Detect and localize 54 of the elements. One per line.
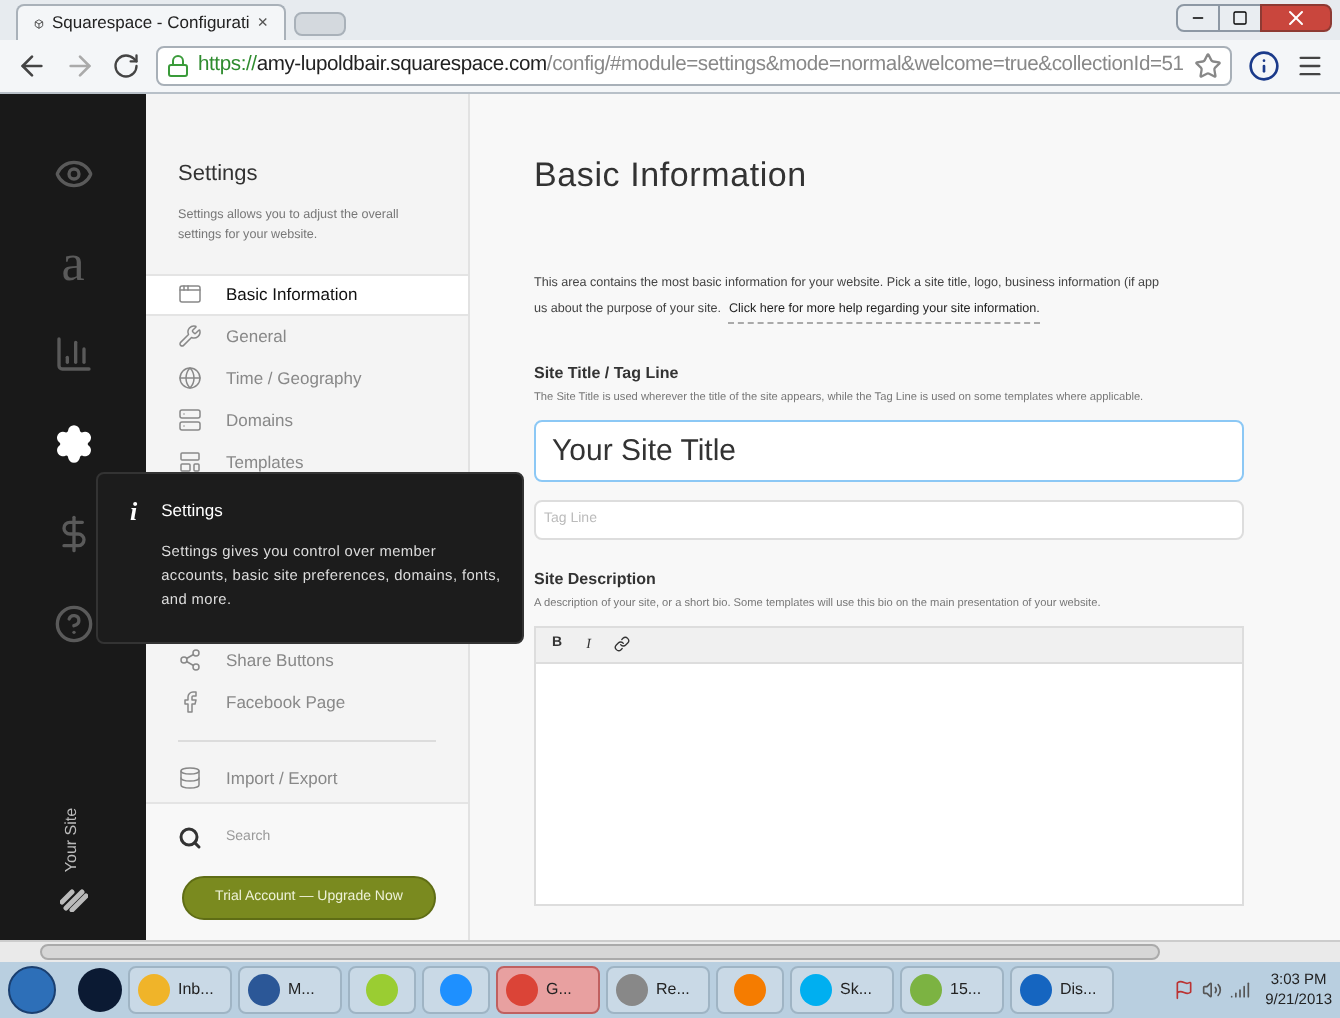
scrollbar-thumb[interactable] [40,944,1160,960]
panel-title: Settings [178,160,260,190]
flag-icon[interactable] [1173,980,1194,1000]
taskbar-button[interactable]: Inb... [128,966,232,1014]
horizontal-scrollbar[interactable] [0,940,1340,962]
bar-chart-icon[interactable] [53,333,93,373]
field-label: Site Description [534,567,658,591]
settings-nav-item[interactable]: Basic Information [146,273,468,315]
your-site-label[interactable]: Your Site [61,807,85,873]
taskbar-button[interactable]: G... [496,966,600,1014]
facebook-icon [178,690,202,714]
bookmark-star-icon[interactable] [1194,52,1222,80]
extension-icon[interactable] [1248,50,1280,82]
hp-icon[interactable] [78,968,122,1012]
tooltip-title: Settings [161,498,225,524]
back-icon[interactable] [16,50,48,82]
address-bar[interactable]: https://amy-lupoldbair.squarespace.com/config/#module=settings&mode=normal&welcome=true&collectionId=51 [156,46,1232,86]
browser-tab[interactable]: Squarespace - Configurati × [16,4,286,40]
layout-icon [178,450,202,474]
field-label: Site Title / Tag Line [534,361,681,385]
link-icon[interactable] [614,636,631,653]
start-button[interactable] [8,966,56,1014]
site-title-field[interactable]: Your Site Title [534,419,1244,481]
taskbar-button[interactable]: Sk... [790,966,894,1014]
volume-icon[interactable] [1201,980,1222,1000]
globe-icon [178,366,202,390]
server-icon [178,408,202,432]
close-button[interactable] [1260,4,1332,32]
signal-icon[interactable] [1229,980,1250,1000]
settings-icon[interactable] [53,423,93,463]
forward-icon[interactable] [64,50,96,82]
tab-close-button[interactable]: × [257,9,268,37]
lock-icon [166,54,190,78]
menu-icon[interactable] [1296,52,1324,80]
taskbar-button[interactable]: Dis... [1010,966,1114,1014]
reload-icon[interactable] [112,52,140,80]
taskbar-button[interactable] [422,966,490,1014]
search-icon [178,826,202,850]
share-icon [178,648,202,672]
maximize-icon [1232,10,1248,26]
close-icon [1284,6,1308,30]
taskbar-button[interactable]: 15... [900,966,1004,1014]
url-text: https://amy-lupoldbair.squarespace.com/config/#module=settings&mode=normal&welcome=true&collectionId=51 [198,52,1184,81]
maximize-button[interactable] [1220,4,1260,32]
taskbar-button[interactable]: Re... [606,966,710,1014]
help-icon[interactable] [53,603,93,643]
page-title: Basic Information [534,154,809,198]
logo-icon[interactable] [59,888,87,912]
taskbar-button[interactable] [716,966,784,1014]
wrench-icon [178,324,202,348]
info-icon: i [130,498,138,642]
window-icon [178,282,202,306]
database-icon [178,766,202,790]
taskbar-button[interactable]: M... [238,966,342,1014]
